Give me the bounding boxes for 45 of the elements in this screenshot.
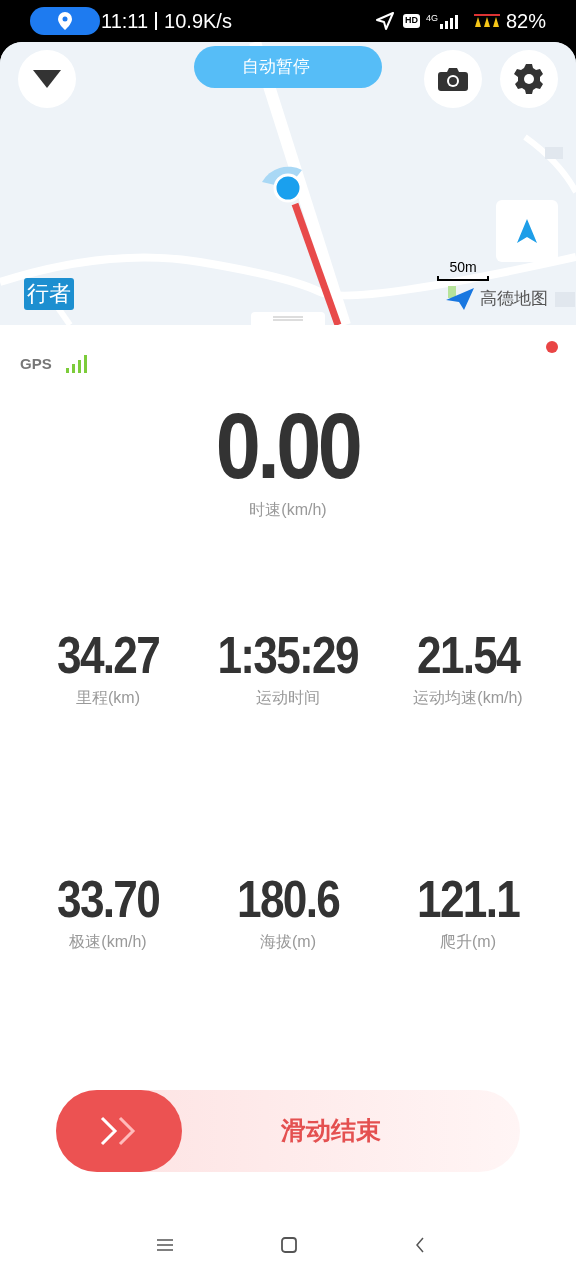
- slider-label: 滑动结束: [280, 1115, 382, 1147]
- drag-handle[interactable]: [251, 312, 325, 325]
- grip-icon: [273, 316, 303, 321]
- network-speed-text: 10.9K/s: [164, 9, 232, 34]
- location-arrow-icon: [374, 11, 395, 31]
- brand-badge: 行者: [24, 278, 74, 310]
- clock-text: 11:11: [101, 9, 149, 34]
- scale-bar-icon: [437, 276, 489, 281]
- navigation-arrow-icon: [517, 219, 537, 243]
- bells-icon: [473, 14, 500, 28]
- speed-value: 0.00: [216, 395, 360, 496]
- back-icon[interactable]: [415, 1237, 425, 1253]
- metric-label: 里程(km): [76, 687, 140, 708]
- network-type-text: 4G: [425, 12, 438, 25]
- metric-value: 1:35:29: [217, 625, 359, 684]
- scale-text: 50m: [449, 258, 477, 276]
- settings-icon: [513, 63, 545, 95]
- battery-text: 82%: [505, 9, 546, 34]
- metric-value: 121.1: [416, 869, 520, 928]
- locate-button[interactable]: [496, 200, 558, 262]
- location-pill[interactable]: [30, 7, 100, 35]
- paper-plane-icon: [446, 286, 476, 312]
- metric-value: 180.6: [236, 869, 340, 928]
- metric-label: 运动时间: [256, 687, 320, 708]
- metric-label: 海拔(m): [260, 931, 316, 952]
- metric-label: 运动均速(km/h): [413, 687, 523, 708]
- gps-label: GPS: [20, 354, 52, 374]
- slide-to-end-slider[interactable]: 滑动结束: [56, 1090, 520, 1172]
- metric-value: 21.54: [416, 625, 520, 684]
- metric-value: 34.27: [56, 625, 160, 684]
- home-icon[interactable]: [281, 1237, 297, 1253]
- gps-signal-icon: [65, 355, 88, 374]
- triangle-down-icon: [33, 70, 61, 88]
- speed-label: 时速(km/h): [249, 499, 327, 520]
- double-chevron-icon: [100, 1116, 138, 1146]
- map-provider-text: 高德地图: [480, 288, 548, 311]
- recording-dot-icon: [546, 341, 558, 353]
- metric-label: 极速(km/h): [69, 931, 147, 952]
- location-pin-icon: [58, 12, 72, 30]
- auto-pause-badge: 自动暂停: [194, 46, 382, 88]
- hd-badge: HD: [402, 14, 420, 28]
- metric-label: 爬升(m): [440, 931, 496, 952]
- menu-icon[interactable]: [157, 1239, 173, 1251]
- camera-icon: [438, 67, 468, 91]
- metric-value: 33.70: [56, 869, 160, 928]
